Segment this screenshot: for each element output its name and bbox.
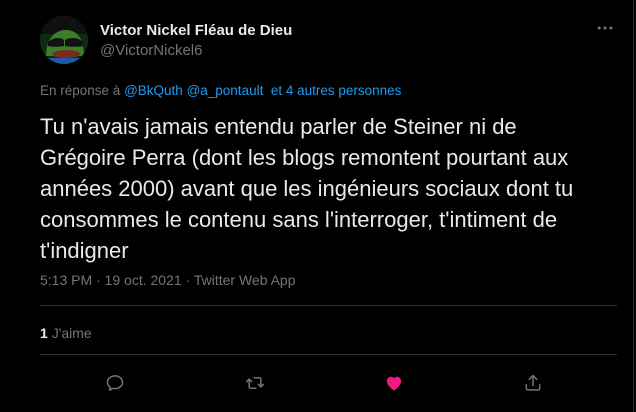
reply-button[interactable] [100, 368, 130, 398]
likes-number: 1 [40, 325, 48, 341]
reply-icon [106, 375, 124, 391]
tweet-text: Tu n'avais jamais entendu parler de Stei… [40, 114, 574, 263]
likes-label: J'aime [51, 325, 92, 341]
divider [40, 354, 617, 355]
pepe-avatar-icon [40, 16, 88, 64]
mention-link[interactable]: @a_pontault [187, 83, 264, 98]
likes-count[interactable]: 1 J'aime [40, 325, 92, 341]
display-name[interactable]: Victor Nickel Fléau de Dieu [100, 21, 292, 41]
more-icon[interactable] [593, 18, 617, 40]
avatar[interactable] [40, 16, 88, 64]
reply-context: En réponse à @BkQuth @a_pontault et 4 au… [40, 83, 401, 98]
heart-icon [386, 376, 402, 391]
action-bar [40, 368, 617, 398]
retweet-icon [245, 377, 265, 389]
tweet-meta[interactable]: 5:13 PM · 19 oct. 2021 · Twitter Web App [40, 272, 296, 288]
mention-link[interactable]: @BkQuth [124, 83, 183, 98]
retweet-button[interactable] [240, 368, 270, 398]
like-button[interactable] [379, 368, 409, 398]
author-names: Victor Nickel Fléau de Dieu @VictorNicke… [100, 21, 292, 61]
share-button[interactable] [518, 368, 548, 398]
share-icon [525, 374, 541, 391]
more-horizontal-icon [597, 26, 613, 30]
reply-prefix: En réponse à [40, 83, 125, 98]
divider [40, 305, 617, 306]
others-link[interactable]: et 4 autres personnes [271, 83, 402, 98]
handle[interactable]: @VictorNickel6 [100, 41, 292, 61]
tweet-header: Victor Nickel Fléau de Dieu @VictorNicke… [40, 16, 617, 68]
tweet-detail: Victor Nickel Fléau de Dieu @VictorNicke… [0, 0, 634, 412]
